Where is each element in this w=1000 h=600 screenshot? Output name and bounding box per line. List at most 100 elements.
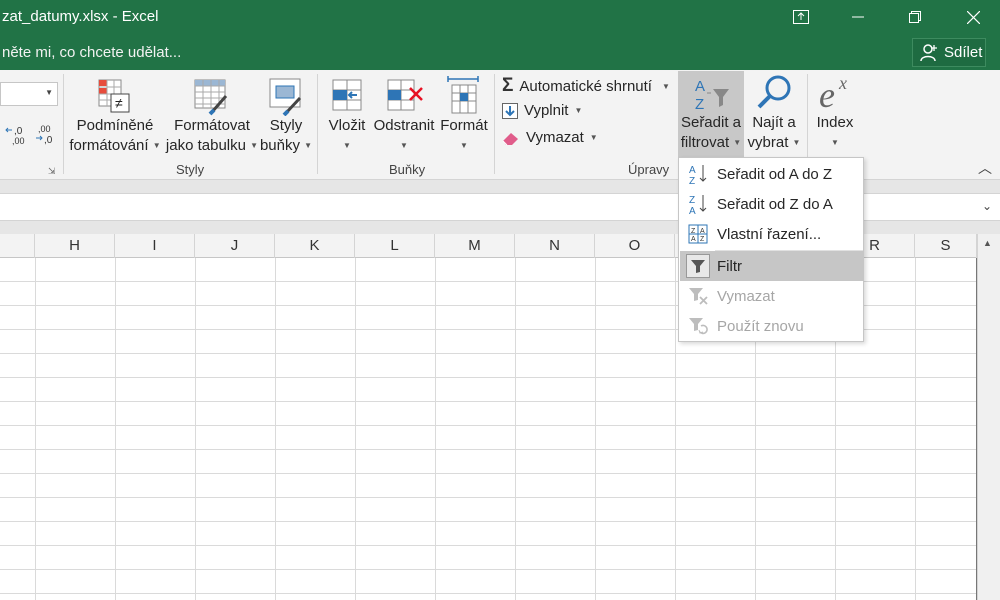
editing-group-label: Úpravy [628, 162, 670, 177]
svg-text:A: A [691, 236, 696, 243]
restore-button[interactable] [892, 0, 938, 34]
grid-line [195, 258, 196, 600]
sort-z-a-icon: ZA [689, 195, 707, 215]
collapse-ribbon-icon[interactable]: ︿ [978, 158, 992, 178]
menu-item-label: Vlastní řazení... [717, 225, 822, 243]
svg-text:x: x [838, 73, 847, 93]
number-format-combo[interactable]: ▼ [0, 82, 58, 106]
svg-text:e: e [819, 75, 835, 113]
grid-line [915, 258, 916, 600]
svg-text:≠: ≠ [115, 95, 123, 111]
cells-group-label: Buňky [389, 162, 426, 177]
conditional-formatting-button[interactable]: ≠ Podmíněné formátování ▼ [66, 76, 164, 156]
magnifier-icon [757, 75, 791, 109]
filter-icon-box [686, 254, 710, 278]
group-separator [317, 74, 318, 174]
index-button[interactable]: e x Index ▼ [808, 71, 862, 153]
share-label: Sdílet [944, 44, 983, 61]
column-header-h[interactable]: H [35, 234, 115, 258]
number-dialog-launcher-icon[interactable]: ⇲ [48, 166, 56, 177]
fill-down-icon [502, 102, 518, 119]
column-header-i[interactable]: I [115, 234, 195, 258]
grid-line [515, 258, 516, 600]
column-header-s[interactable]: S [915, 234, 977, 258]
insert-cells-icon [332, 79, 362, 111]
menu-item-filter[interactable]: Filtr [680, 251, 863, 281]
svg-text:,00: ,00 [38, 124, 51, 134]
find-select-button[interactable]: Najít a vybrat ▼ [744, 71, 804, 153]
grid-line [675, 258, 676, 600]
svg-text:Z: Z [689, 176, 695, 185]
styles-group-label: Styly [176, 162, 205, 177]
sigma-icon: Σ [502, 75, 514, 96]
format-as-table-button[interactable]: Formátovat jako tabulku ▼ [164, 76, 260, 156]
menu-item-reapply[interactable]: Použít znovu [680, 311, 863, 341]
scroll-up-icon[interactable]: ▲ [983, 238, 992, 248]
sort-filter-icon: A Z [695, 78, 729, 113]
grid-line [35, 258, 36, 600]
column-header-partial[interactable] [0, 234, 35, 258]
menu-item-label: Seřadit od Z do A [717, 195, 833, 213]
ribbon-display-options-button[interactable] [778, 0, 824, 34]
chevron-down-icon: ▼ [152, 141, 161, 151]
menu-item-sort-z-a[interactable]: ZA Seřadit od Z do A [680, 189, 863, 219]
sort-filter-button[interactable]: A Z Seřadit a filtrovat ▼ [678, 71, 744, 157]
title-bar: zat_datumy.xlsx - Excel [0, 0, 1000, 36]
svg-text:A: A [700, 228, 705, 235]
column-header-n[interactable]: N [515, 234, 595, 258]
increase-decimal-icon: ,0,00 [5, 126, 25, 146]
sort-filter-label-2: filtrovat [680, 134, 730, 151]
fill-button[interactable]: Vyplnit ▼ [502, 102, 582, 119]
svg-text:A: A [689, 165, 696, 176]
menu-item-custom-sort[interactable]: ZAAZ Vlastní řazení... [680, 219, 863, 249]
column-header-l[interactable]: L [355, 234, 435, 258]
cell-styles-button[interactable]: Styly buňky ▼ [258, 76, 314, 156]
minimize-icon [852, 16, 864, 18]
column-header-k[interactable]: K [275, 234, 355, 258]
decrease-decimal-icon: ,00,0 [36, 124, 53, 146]
conditional-formatting-label-2: formátování [69, 137, 149, 154]
column-header-o[interactable]: O [595, 234, 675, 258]
conditional-formatting-label-1: Podmíněné [76, 117, 154, 134]
share-button[interactable]: Sdílet [912, 38, 986, 67]
format-cells-button[interactable]: Formát ▼ [437, 76, 491, 156]
decrease-decimal-button[interactable]: ,00,0 [34, 120, 60, 146]
chevron-down-icon: ▼ [574, 106, 583, 115]
vertical-scrollbar[interactable]: ▲ [977, 234, 1000, 600]
insert-cells-button[interactable]: Vložit ▼ [322, 76, 372, 156]
filter-icon [691, 260, 705, 273]
minimize-button[interactable] [835, 0, 881, 34]
eraser-icon [502, 132, 518, 145]
chevron-down-icon: ▼ [733, 138, 742, 148]
format-cells-label: Formát [440, 117, 488, 134]
menu-item-label: Vymazat [717, 287, 775, 305]
chevron-down-icon: ▼ [661, 81, 670, 91]
menu-item-clear[interactable]: Vymazat [680, 281, 863, 311]
clear-button[interactable]: Vymazat ▼ [502, 129, 598, 146]
close-button[interactable] [950, 0, 996, 34]
chevron-down-icon: ▼ [792, 138, 801, 148]
chevron-down-icon: ▼ [250, 141, 259, 151]
svg-text:Z: Z [695, 96, 704, 113]
tell-me-input[interactable]: něte mi, co chcete udělat... [2, 44, 181, 61]
chevron-down-icon: ▼ [304, 141, 313, 151]
delete-cells-label: Odstranit [373, 117, 435, 134]
increase-decimal-button[interactable]: ,0,00 [4, 120, 30, 146]
delete-cells-icon [387, 79, 423, 111]
menu-item-label: Filtr [717, 257, 742, 275]
cell-styles-label-2: buňky [259, 137, 300, 154]
window-title: zat_datumy.xlsx - Excel [2, 8, 159, 25]
cell-styles-label-1: Styly [269, 117, 303, 134]
svg-text:Z: Z [700, 236, 705, 243]
fill-label: Vyplnit [524, 102, 569, 119]
svg-text:Z: Z [689, 195, 695, 206]
grid-line [275, 258, 276, 600]
sort-filter-label-1: Seřadit a [680, 114, 742, 131]
menu-item-sort-a-z[interactable]: AZ Seřadit od A do Z [680, 159, 863, 189]
chevron-down-icon[interactable]: ⌄ [982, 199, 992, 213]
autosum-button[interactable]: Σ Automatické shrnutí ▼ [502, 75, 670, 97]
autosum-label: Automatické shrnutí [519, 77, 652, 95]
column-header-m[interactable]: M [435, 234, 515, 258]
column-header-j[interactable]: J [195, 234, 275, 258]
delete-cells-button[interactable]: Odstranit ▼ [372, 76, 436, 156]
